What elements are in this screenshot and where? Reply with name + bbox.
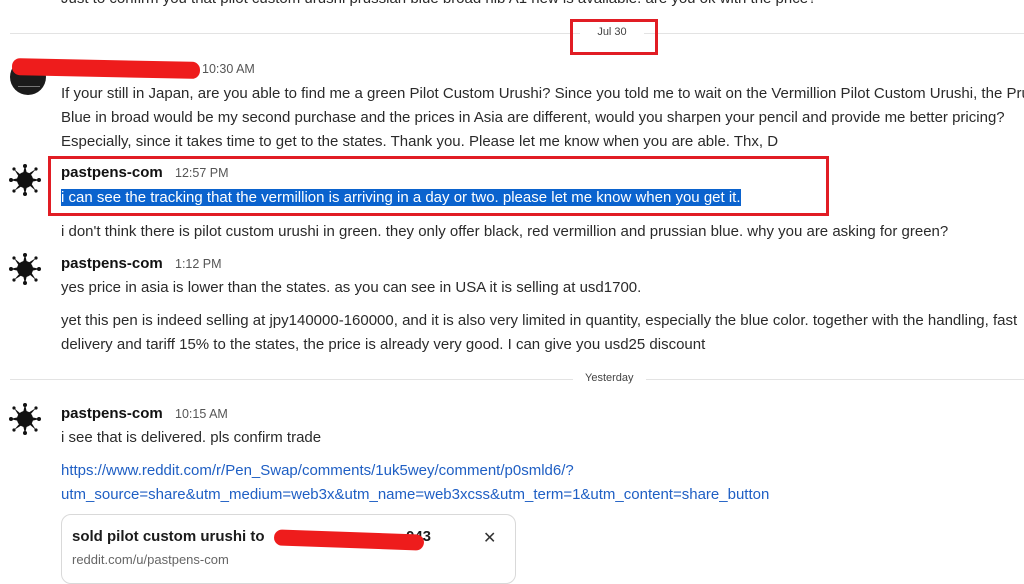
close-preview-icon[interactable]: ✕: [483, 528, 496, 548]
date-divider-line: [10, 379, 1024, 380]
redacted-preview-username: [273, 529, 425, 551]
message-text-line: delivery and tariff 15% to the states, t…: [61, 336, 706, 353]
splat-avatar-icon: [9, 403, 41, 435]
message-author[interactable]: pastpens-com: [61, 405, 163, 422]
preview-title: sold pilot custom urushi to: [72, 528, 265, 545]
shared-link[interactable]: https://www.reddit.com/r/Pen_Swap/commen…: [61, 459, 574, 483]
message-text-line: i don't think there is pilot custom urus…: [61, 223, 949, 240]
link-preview-card[interactable]: sold pilot custom urushi to 043 reddit.c…: [61, 514, 516, 584]
message-text-line: If your still in Japan, are you able to …: [61, 85, 1024, 102]
message-text-line: yes price in asia is lower than the stat…: [61, 279, 642, 296]
message-author[interactable]: pastpens-com: [61, 255, 163, 272]
message-text-line: yet this pen is indeed selling at jpy140…: [61, 312, 1018, 329]
message-timestamp: 10:30 AM: [202, 62, 255, 76]
splat-avatar-icon: [9, 164, 41, 196]
message-text-line: Blue in broad would be my second purchas…: [61, 109, 1005, 126]
message-timestamp: 10:15 AM: [175, 407, 228, 421]
message-text-line: i see that is delivered. pls confirm tra…: [61, 429, 322, 446]
preview-url: reddit.com/u/pastpens-com: [72, 552, 229, 567]
date-divider-yesterday: Yesterday: [573, 372, 646, 384]
message-timestamp: 1:12 PM: [175, 257, 222, 271]
annotation-box-message: [48, 156, 829, 216]
message-text-line: Especially, since it takes time to get t…: [61, 133, 779, 150]
annotation-box-date: [570, 19, 658, 55]
date-divider-line: [10, 33, 1024, 34]
shared-link-continued[interactable]: utm_source=share&utm_medium=web3x&utm_na…: [61, 483, 769, 507]
partial-top-message: Just to confirm you that pilot custom ur…: [61, 0, 816, 11]
splat-avatar-icon: [9, 253, 41, 285]
